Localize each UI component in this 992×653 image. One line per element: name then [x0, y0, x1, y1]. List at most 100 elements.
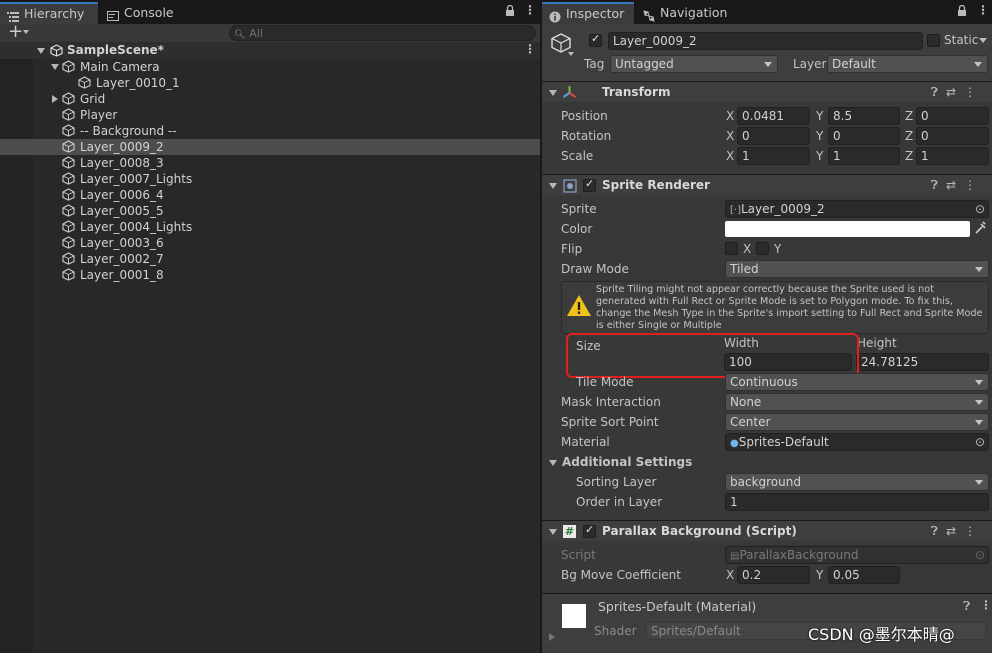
- hierarchy-item[interactable]: Layer_0006_4: [0, 187, 540, 203]
- draw-mode-dropdown[interactable]: Tiled: [725, 260, 989, 278]
- color-swatch[interactable]: [725, 221, 970, 237]
- position-y-input[interactable]: 8.5: [828, 107, 900, 125]
- help-icon[interactable]: ❓︎: [931, 178, 946, 192]
- color-label: Color: [561, 222, 593, 236]
- hierarchy-item[interactable]: Layer_0007_Lights: [0, 171, 540, 187]
- component-menu-icon[interactable]: ⋮: [964, 178, 984, 192]
- object-picker-icon[interactable]: ⊙: [975, 201, 985, 217]
- presets-icon[interactable]: ⇄: [946, 178, 964, 192]
- search-placeholder: All: [249, 27, 263, 40]
- highlight-box: [566, 333, 859, 378]
- scale-z-input[interactable]: 1: [916, 147, 989, 165]
- height-input[interactable]: 24.78125: [856, 353, 989, 371]
- transform-header[interactable]: Transform ❓︎⇄⋮: [542, 81, 992, 102]
- eyedropper-icon[interactable]: [974, 221, 986, 238]
- material-asset-icon: ●: [730, 438, 739, 449]
- console-icon: [107, 7, 119, 21]
- sprite-object-field[interactable]: [·]Layer_0009_2 ⊙: [725, 200, 989, 218]
- material-preview-swatch: [562, 604, 586, 628]
- static-dropdown-arrow-icon[interactable]: [979, 38, 987, 43]
- hierarchy-item[interactable]: Main Camera: [0, 59, 540, 75]
- component-menu-icon[interactable]: ⋮: [964, 524, 984, 538]
- hierarchy-item[interactable]: Layer_0002_7: [0, 251, 540, 267]
- hierarchy-item[interactable]: Layer_0010_1: [0, 75, 540, 91]
- gameobject-icon: [62, 140, 75, 153]
- scene-menu-icon[interactable]: ⋮: [524, 42, 536, 56]
- hierarchy-search-input[interactable]: 🔍︎ All: [229, 25, 536, 41]
- hierarchy-item[interactable]: Layer_0003_6: [0, 235, 540, 251]
- hierarchy-item[interactable]: Grid: [0, 91, 540, 107]
- parallax-header-icons[interactable]: ❓︎⇄⋮: [931, 524, 984, 539]
- flip-y-checkbox[interactable]: [756, 242, 769, 255]
- material-object-field[interactable]: ●Sprites-Default ⊙: [725, 433, 989, 451]
- parallax-enabled-checkbox[interactable]: [583, 523, 596, 538]
- object-picker-icon[interactable]: ⊙: [975, 434, 985, 450]
- position-x-axis-label: X: [726, 109, 735, 123]
- tab-inspector[interactable]: Inspector: [542, 2, 634, 24]
- mask-interaction-dropdown[interactable]: None: [725, 393, 989, 411]
- hierarchy-item[interactable]: Layer_0008_3: [0, 155, 540, 171]
- rotation-y-input[interactable]: 0: [828, 127, 900, 145]
- more-menu-icon[interactable]: ⋮: [524, 3, 536, 17]
- tag-dropdown[interactable]: Untagged: [610, 55, 778, 73]
- hierarchy-icon: [7, 9, 19, 22]
- object-header: Layer_0009_2 Static Tag Untagged Layer D…: [542, 24, 992, 82]
- rotation-x-input[interactable]: 0: [737, 127, 810, 145]
- active-checkbox[interactable]: [589, 32, 602, 47]
- additional-settings-label[interactable]: Additional Settings: [562, 453, 692, 471]
- presets-icon[interactable]: ⇄: [946, 85, 964, 99]
- sorting-layer-dropdown[interactable]: background: [725, 473, 989, 491]
- layer-dropdown[interactable]: Default: [827, 55, 988, 73]
- transform-header-icons[interactable]: ❓︎⇄⋮: [931, 85, 984, 100]
- sprite-renderer-fold-icon[interactable]: [549, 183, 557, 189]
- material-fold-icon[interactable]: [549, 633, 555, 641]
- hierarchy-item[interactable]: Layer_0005_5: [0, 203, 540, 219]
- order-in-layer-input[interactable]: 1: [725, 493, 989, 511]
- rotation-z-axis-label: Z: [905, 129, 914, 143]
- hierarchy-item[interactable]: Layer_0001_8: [0, 267, 540, 283]
- hierarchy-item-label: Layer_0010_1: [96, 76, 180, 90]
- position-x-input[interactable]: 0.0481: [737, 107, 810, 125]
- transform-fold-icon[interactable]: [549, 90, 557, 96]
- add-button[interactable]: +: [8, 21, 23, 42]
- sprite-renderer-header[interactable]: Sprite Renderer ❓︎⇄⋮: [542, 174, 992, 195]
- collapse-arrow-icon[interactable]: [52, 95, 58, 103]
- help-icon[interactable]: ❓︎: [931, 85, 946, 99]
- sprite-renderer-header-icons[interactable]: ❓︎⇄⋮: [931, 178, 984, 193]
- material-menu-icon[interactable]: ⋮: [980, 598, 992, 612]
- expand-arrow-icon[interactable]: [51, 64, 59, 70]
- icon-dropdown-arrow-icon[interactable]: [568, 52, 574, 56]
- help-icon[interactable]: ❓︎: [963, 599, 970, 614]
- add-dropdown-arrow-icon[interactable]: [23, 30, 29, 34]
- rotation-z-input[interactable]: 0: [916, 127, 989, 145]
- scene-fold-icon[interactable]: [37, 48, 45, 54]
- additional-settings-fold-icon[interactable]: [549, 460, 557, 466]
- parallax-fold-icon[interactable]: [549, 529, 557, 535]
- position-z-input[interactable]: 0: [916, 107, 989, 125]
- tile-mode-dropdown[interactable]: Continuous: [725, 373, 989, 391]
- object-name-input[interactable]: Layer_0009_2: [608, 32, 923, 50]
- hierarchy-item[interactable]: Layer_0004_Lights: [0, 219, 540, 235]
- parallax-header[interactable]: # Parallax Background (Script) ❓︎⇄⋮: [542, 520, 992, 541]
- scale-y-input[interactable]: 1: [828, 147, 900, 165]
- sprite-sort-point-dropdown[interactable]: Center: [725, 413, 989, 431]
- inspector-menu-icon[interactable]: ⋮: [977, 3, 989, 17]
- coef-y-input[interactable]: 0.05: [828, 566, 900, 584]
- hierarchy-item[interactable]: Layer_0009_2: [0, 139, 540, 155]
- inspector-lock-icon[interactable]: [957, 4, 967, 20]
- mask-interaction-label: Mask Interaction: [561, 395, 661, 409]
- help-icon[interactable]: ❓︎: [931, 524, 946, 538]
- scale-x-input[interactable]: 1: [737, 147, 810, 165]
- component-menu-icon[interactable]: ⋮: [964, 85, 984, 99]
- coef-x-input[interactable]: 0.2: [737, 566, 810, 584]
- flip-x-checkbox[interactable]: [725, 242, 738, 255]
- presets-icon[interactable]: ⇄: [946, 524, 964, 538]
- hierarchy-item[interactable]: -- Background --: [0, 123, 540, 139]
- lock-icon[interactable]: [505, 4, 515, 20]
- sprite-renderer-enabled-checkbox[interactable]: [583, 177, 596, 192]
- tab-console[interactable]: Console: [100, 2, 182, 24]
- tab-navigation[interactable]: Navigation: [636, 2, 735, 24]
- static-checkbox[interactable]: [927, 34, 940, 47]
- scene-row[interactable]: SampleScene* ⋮: [0, 42, 540, 59]
- hierarchy-item[interactable]: Player: [0, 107, 540, 123]
